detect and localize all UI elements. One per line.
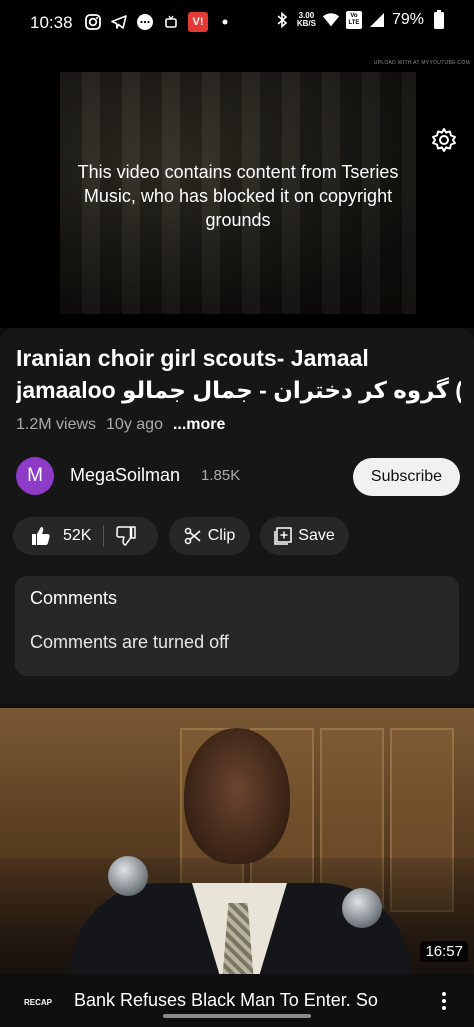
more-options-button[interactable]: [436, 988, 452, 1014]
battery-percent: 79%: [391, 11, 424, 28]
comments-status: Comments are turned off: [30, 632, 229, 652]
wifi-icon: [322, 11, 340, 29]
channel-logo[interactable]: RECAP: [16, 984, 60, 1020]
man-head: [184, 728, 290, 864]
system-status-icons: 3.00 KB/S Vo LTE 79%: [273, 10, 448, 29]
subscriber-count: 1.85K: [201, 467, 241, 484]
video-title-line-2: jamaaloo گروه کر دختران - جمال جمالو (O.…: [16, 377, 461, 403]
clip-label: Clip: [207, 527, 236, 544]
add-to-playlist-icon: [274, 527, 293, 545]
network-speed-unit: KB/S: [296, 19, 316, 28]
thumbs-up-icon: [32, 527, 50, 545]
upload-age: 10y ago: [106, 416, 163, 433]
video-duration-badge: 16:57: [420, 941, 468, 962]
like-button[interactable]: 52K: [13, 526, 91, 546]
video-watermark: UPLOAD WITH AT MYYOUTUBE.COM: [373, 60, 470, 66]
app-badge-label: V!: [192, 16, 204, 28]
status-bar: 10:38 V! 3.00 KB/S Vo LTE 79%: [0, 0, 474, 46]
video-title-line-1: Iranian choir girl scouts- Jamaal: [16, 345, 369, 371]
volte-label: Vo LTE: [348, 13, 360, 26]
microphone: [342, 888, 382, 928]
channel-avatar[interactable]: M: [16, 457, 54, 495]
message-bubble-icon: [136, 13, 154, 31]
view-count: 1.2M views: [16, 416, 97, 433]
channel-row: M MegaSoilman 1.85K Subscribe: [16, 456, 460, 498]
volte-icon: Vo LTE: [345, 11, 362, 29]
tv-app-icon: [162, 13, 180, 31]
like-dislike-pill: 52K: [13, 517, 158, 555]
microphone: [108, 856, 148, 896]
more-link[interactable]: ...more: [173, 416, 225, 434]
like-count: 52K: [63, 527, 92, 544]
cell-signal-icon: [368, 11, 386, 29]
subscribe-button[interactable]: Subscribe: [353, 458, 460, 496]
thumbs-down-icon: [116, 526, 137, 546]
gear-icon: [432, 128, 456, 152]
video-info-panel: Iranian choir girl scouts- Jamaal jamaal…: [0, 328, 474, 704]
save-button[interactable]: Save: [260, 517, 349, 555]
player-settings-button[interactable]: [430, 126, 458, 154]
video-meta[interactable]: 1.2M views 10y ago ...more: [16, 416, 225, 434]
save-label: Save: [298, 527, 335, 544]
copyright-blocked-message: This video contains content from Tseries…: [77, 162, 399, 230]
next-video-thumbnail[interactable]: 16:57: [0, 708, 474, 974]
avatar-letter: M: [27, 465, 43, 486]
clip-button[interactable]: Clip: [169, 517, 250, 555]
dislike-button[interactable]: [104, 526, 137, 546]
telegram-icon: [110, 13, 128, 31]
instagram-icon: [84, 13, 102, 31]
next-video-title[interactable]: Bank Refuses Black Man To Enter. So: [74, 990, 378, 1011]
battery-icon: [430, 10, 448, 29]
network-speed: 3.00 KB/S: [297, 12, 316, 28]
vertical-dots-icon: [442, 992, 446, 1010]
video-title[interactable]: Iranian choir girl scouts- Jamaal jamaal…: [16, 342, 461, 406]
youtube-watch-page: 10:38 V! 3.00 KB/S Vo LTE 79% UPLOAD WIT…: [0, 0, 474, 1027]
channel-name[interactable]: MegaSoilman: [70, 465, 180, 486]
gesture-home-bar[interactable]: [163, 1014, 311, 1018]
more-notifications-dot-icon: [216, 13, 234, 31]
status-time: 10:38: [30, 13, 73, 32]
channel-logo-text: RECAP: [23, 997, 52, 1007]
comments-title: Comments: [30, 588, 118, 608]
scissors-icon: [184, 527, 201, 545]
next-video-details[interactable]: RECAP Bank Refuses Black Man To Enter. S…: [0, 974, 474, 1027]
bluetooth-icon: [273, 11, 291, 29]
comments-section[interactable]: Comments Comments are turned off: [15, 576, 459, 676]
app-badge-icon: V!: [188, 12, 208, 32]
notification-icons: V!: [84, 12, 234, 32]
